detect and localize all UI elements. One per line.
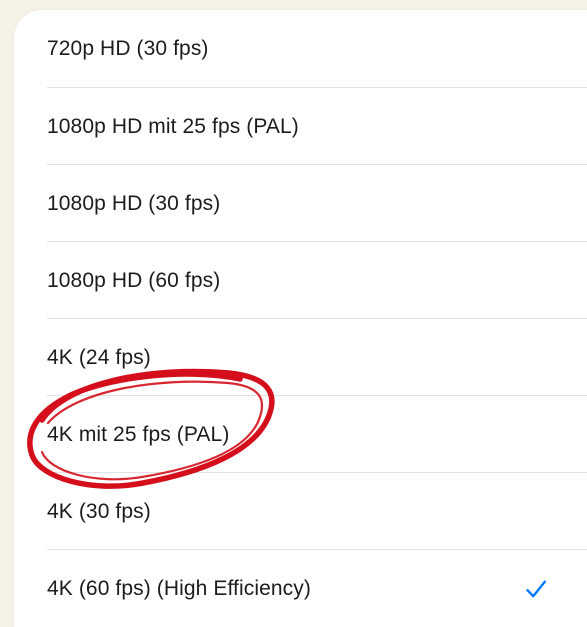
format-option-4k-25-pal[interactable]: 4K mit 25 fps (PAL) (14, 396, 587, 473)
format-option-label: 1080p HD (30 fps) (47, 191, 221, 215)
video-format-list: 720p HD (30 fps) 1080p HD mit 25 fps (PA… (14, 10, 587, 627)
format-option-label: 1080p HD (60 fps) (47, 268, 221, 292)
format-option-label: 4K (30 fps) (47, 499, 151, 523)
format-option-4k-30[interactable]: 4K (30 fps) (14, 473, 587, 550)
format-option-label: 720p HD (30 fps) (47, 37, 209, 60)
format-option-1080p-25-pal[interactable]: 1080p HD mit 25 fps (PAL) (14, 88, 587, 165)
format-option-label: 4K (60 fps) (High Efficiency) (47, 576, 311, 600)
format-option-1080p-30[interactable]: 1080p HD (30 fps) (14, 165, 587, 242)
format-option-label: 1080p HD mit 25 fps (PAL) (47, 114, 299, 138)
format-option-720p-30[interactable]: 720p HD (30 fps) (14, 10, 587, 88)
format-option-1080p-60[interactable]: 1080p HD (60 fps) (14, 242, 587, 319)
checkmark-icon (526, 580, 546, 597)
format-option-4k-60-high-efficiency[interactable]: 4K (60 fps) (High Efficiency) (14, 550, 587, 627)
format-option-label: 4K mit 25 fps (PAL) (47, 422, 230, 446)
format-option-label: 4K (24 fps) (47, 345, 151, 369)
screenshot-stage: 720p HD (30 fps) 1080p HD mit 25 fps (PA… (0, 0, 587, 627)
video-format-card: 720p HD (30 fps) 1080p HD mit 25 fps (PA… (14, 10, 587, 627)
format-option-4k-24[interactable]: 4K (24 fps) (14, 319, 587, 396)
